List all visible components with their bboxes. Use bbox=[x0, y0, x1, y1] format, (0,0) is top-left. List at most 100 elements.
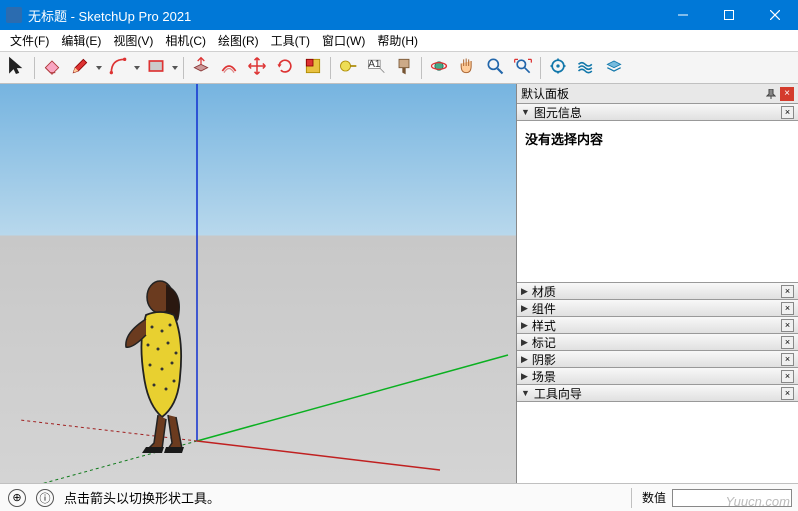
titlebar: 无标题 - SketchUp Pro 2021 bbox=[0, 0, 798, 30]
tool-text[interactable]: A1 bbox=[363, 55, 389, 81]
entity-info-body: 没有选择内容 bbox=[517, 121, 798, 283]
model-canvas[interactable] bbox=[0, 84, 516, 483]
section-label: 样式 bbox=[532, 317, 781, 334]
section-close-button[interactable]: × bbox=[781, 370, 794, 383]
eraser-icon bbox=[42, 56, 62, 79]
zoom-icon bbox=[485, 56, 505, 79]
gear1-icon bbox=[548, 56, 568, 79]
vcb-label: 数值 bbox=[636, 489, 672, 506]
geolocation-icon[interactable]: ⊕ bbox=[8, 489, 26, 507]
vcb-input[interactable] bbox=[672, 489, 792, 507]
section-工具向导[interactable]: ▼工具向导× bbox=[517, 384, 798, 402]
cursor-icon bbox=[7, 56, 27, 79]
section-阴影[interactable]: ▶阴影× bbox=[517, 350, 798, 368]
statusbar: ⊕ ⓘ 点击箭头以切换形状工具。 数值 Yuucn.com bbox=[0, 483, 798, 511]
section-标记[interactable]: ▶标记× bbox=[517, 333, 798, 351]
tool-zoomext[interactable] bbox=[510, 55, 536, 81]
section-样式[interactable]: ▶ 样式× bbox=[517, 316, 798, 334]
tool-rotate[interactable] bbox=[272, 55, 298, 81]
toolbar-separator bbox=[421, 57, 422, 79]
section-材质[interactable]: ▶材质× bbox=[517, 282, 798, 300]
move-icon bbox=[247, 56, 267, 79]
triangle-right-icon: ▶ bbox=[521, 320, 528, 331]
menu-相机(C)[interactable]: 相机(C) bbox=[159, 30, 212, 51]
section-label: 标记 bbox=[532, 334, 781, 351]
scale-icon bbox=[303, 56, 323, 79]
green-axis bbox=[197, 355, 508, 441]
section-场景[interactable]: ▶场景× bbox=[517, 367, 798, 385]
section-close-button[interactable]: × bbox=[781, 106, 794, 119]
tool-offset[interactable] bbox=[216, 55, 242, 81]
app-icon bbox=[6, 7, 22, 23]
tool-zoom[interactable] bbox=[482, 55, 508, 81]
zoomext-icon bbox=[513, 56, 533, 79]
paint-icon bbox=[394, 56, 414, 79]
tool-select[interactable] bbox=[4, 55, 30, 81]
waves-icon bbox=[576, 56, 596, 79]
menu-帮助(H)[interactable]: 帮助(H) bbox=[371, 30, 424, 51]
tool-arc-dropdown[interactable] bbox=[133, 66, 141, 70]
tray-close-button[interactable]: × bbox=[780, 87, 794, 101]
menu-工具(T)[interactable]: 工具(T) bbox=[265, 30, 316, 51]
tool-tape[interactable] bbox=[335, 55, 361, 81]
menubar: 文件(F)编辑(E)视图(V)相机(C)绘图(R)工具(T)窗口(W)帮助(H) bbox=[0, 30, 798, 52]
pin-icon[interactable] bbox=[764, 87, 778, 101]
default-tray: 默认面板 × ▼图元信息×没有选择内容▶材质×▶组件×▶样式×▶标记×▶阴影×▶… bbox=[516, 84, 798, 483]
viewport[interactable] bbox=[0, 84, 516, 483]
tool-shape[interactable] bbox=[143, 55, 169, 81]
section-close-button[interactable]: × bbox=[781, 319, 794, 332]
scale-figure[interactable] bbox=[126, 281, 184, 453]
section-close-button[interactable]: × bbox=[781, 336, 794, 349]
section-entity-info[interactable]: ▼图元信息× bbox=[517, 103, 798, 121]
section-close-button[interactable]: × bbox=[781, 302, 794, 315]
menu-编辑(E)[interactable]: 编辑(E) bbox=[55, 30, 107, 51]
tool-shape-dropdown[interactable] bbox=[171, 66, 179, 70]
tool-line[interactable] bbox=[67, 55, 93, 81]
toolbar-separator bbox=[540, 57, 541, 79]
credits-icon[interactable]: ⓘ bbox=[36, 489, 54, 507]
tool-line-dropdown[interactable] bbox=[95, 66, 103, 70]
triangle-right-icon: ▶ bbox=[521, 303, 528, 314]
tool-move[interactable] bbox=[244, 55, 270, 81]
section-close-button[interactable]: × bbox=[781, 353, 794, 366]
section-组件[interactable]: ▶组件× bbox=[517, 299, 798, 317]
maximize-button[interactable] bbox=[706, 0, 752, 30]
no-selection-message: 没有选择内容 bbox=[525, 129, 790, 148]
red-axis bbox=[197, 441, 440, 470]
section-label: 图元信息 bbox=[534, 104, 781, 121]
pushpull-icon bbox=[191, 56, 211, 79]
tool-orbit[interactable] bbox=[426, 55, 452, 81]
pan-icon bbox=[457, 56, 477, 79]
section-close-button[interactable]: × bbox=[781, 285, 794, 298]
section-close-button[interactable]: × bbox=[781, 387, 794, 400]
tool-arc[interactable] bbox=[105, 55, 131, 81]
menu-视图(V)[interactable]: 视图(V) bbox=[107, 30, 159, 51]
section-label: 材质 bbox=[532, 283, 781, 300]
menu-窗口(W)[interactable]: 窗口(W) bbox=[316, 30, 371, 51]
tool-pushpull[interactable] bbox=[188, 55, 214, 81]
tool-ext3[interactable] bbox=[601, 55, 627, 81]
tool-ext2[interactable] bbox=[573, 55, 599, 81]
minimize-button[interactable] bbox=[660, 0, 706, 30]
tool-paint[interactable] bbox=[391, 55, 417, 81]
tool-eraser[interactable] bbox=[39, 55, 65, 81]
section-label: 场景 bbox=[532, 368, 781, 385]
tape-icon bbox=[338, 56, 358, 79]
tool-pan[interactable] bbox=[454, 55, 480, 81]
close-button[interactable] bbox=[752, 0, 798, 30]
content: 默认面板 × ▼图元信息×没有选择内容▶材质×▶组件×▶样式×▶标记×▶阴影×▶… bbox=[0, 84, 798, 483]
tray-title: 默认面板 bbox=[521, 85, 569, 102]
menu-文件(F)[interactable]: 文件(F) bbox=[4, 30, 55, 51]
status-hint: 点击箭头以切换形状工具。 bbox=[64, 488, 220, 507]
text-icon: A1 bbox=[366, 56, 386, 79]
menu-绘图(R)[interactable]: 绘图(R) bbox=[212, 30, 265, 51]
triangle-down-icon: ▼ bbox=[521, 388, 530, 398]
offset-icon bbox=[219, 56, 239, 79]
tool-ext1[interactable] bbox=[545, 55, 571, 81]
window-buttons bbox=[660, 0, 798, 30]
statusbar-separator bbox=[631, 488, 632, 508]
toolbar-separator bbox=[183, 57, 184, 79]
tool-scale[interactable] bbox=[300, 55, 326, 81]
tray-header[interactable]: 默认面板 × bbox=[517, 84, 798, 104]
pencil-icon bbox=[70, 56, 90, 79]
